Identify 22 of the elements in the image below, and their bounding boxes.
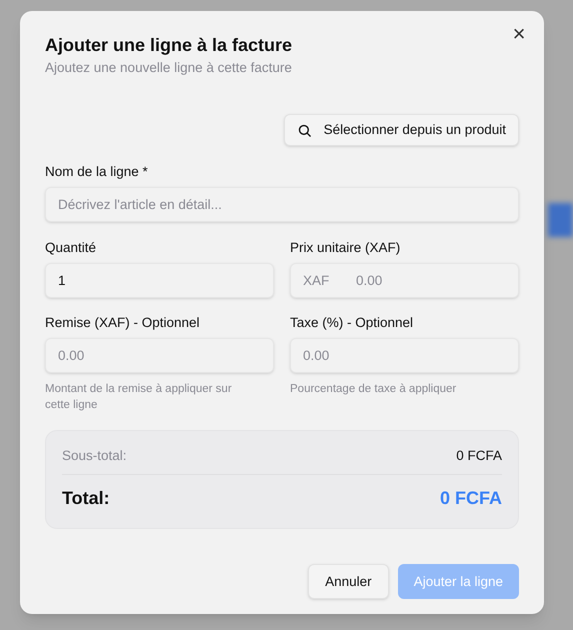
- field-label: Nom de la ligne *: [45, 163, 149, 181]
- input-field[interactable]: 0.00: [45, 338, 274, 373]
- help-text: Montant de la remise à appliquer sur cette ligne: [45, 382, 233, 413]
- subtotal-value: 0 FCFA: [456, 447, 502, 465]
- input-field[interactable]: 1: [45, 263, 274, 298]
- field-label: Taxe (%) - Optionnel: [290, 314, 414, 332]
- help-text: Pourcentage de taxe à appliquer: [290, 382, 458, 397]
- total-value: 0 FCFA: [440, 487, 502, 510]
- subtotal-label: Sous-total:: [62, 447, 127, 465]
- input-field[interactable]: 0.00: [290, 338, 519, 373]
- search-icon: [296, 122, 312, 138]
- field-label: Quantité: [45, 239, 98, 257]
- field-label: Remise (XAF) - Optionnel: [45, 314, 201, 332]
- close-button[interactable]: ×: [510, 25, 528, 43]
- field-label: Prix unitaire (XAF): [290, 239, 402, 257]
- currency-prefix: XAF: [303, 272, 330, 290]
- dialog-title: Ajouter une ligne à la facture: [45, 34, 294, 57]
- cancel-button[interactable]: Annuler: [308, 564, 389, 600]
- dialog-subtitle: Ajoutez une nouvelle ligne à cette facture: [45, 59, 293, 77]
- select-product-button[interactable]: Sélectionner depuis un produit: [284, 114, 519, 146]
- input-field[interactable]: Décrivez l'article en détail...: [45, 187, 519, 222]
- total-label: Total:: [62, 487, 110, 510]
